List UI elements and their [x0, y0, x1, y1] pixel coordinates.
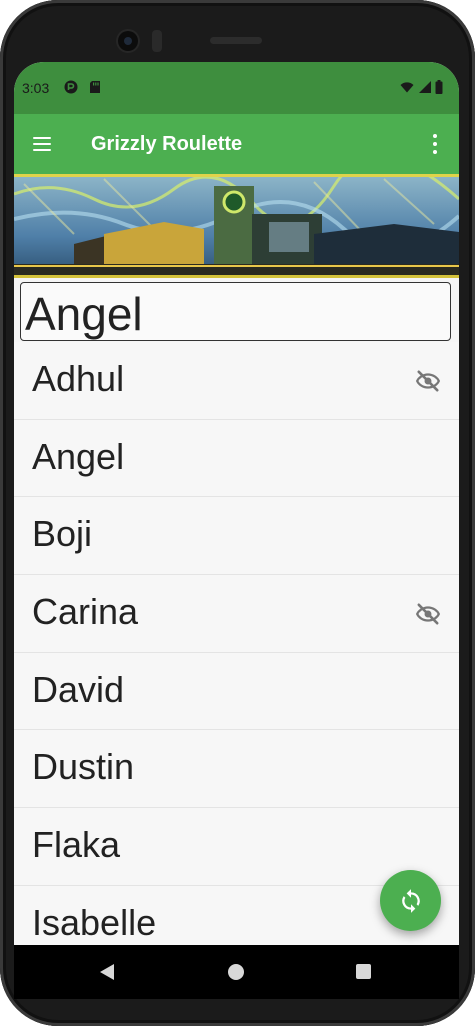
spin-roulette-button[interactable]: [380, 870, 441, 931]
app-screen: 3:03 Grizzly Roulette Angel Adhul Angel …: [14, 62, 459, 945]
list-item[interactable]: Boji: [14, 497, 459, 576]
app-title: Grizzly Roulette: [91, 133, 243, 155]
home-icon[interactable]: [228, 964, 244, 980]
list-item[interactable]: Flaka: [14, 808, 459, 886]
status-bar: 3:03: [14, 62, 459, 114]
phone-top-bezel: [0, 0, 475, 62]
app-bar: Grizzly Roulette: [14, 114, 459, 174]
list-item-label: Carina: [32, 591, 139, 633]
list-item-label: Dustin: [32, 746, 135, 788]
list-item[interactable]: Carina: [14, 575, 459, 653]
sync-icon: [401, 888, 420, 913]
list-item[interactable]: David: [14, 652, 459, 731]
header-banner-image: [14, 174, 459, 278]
hamburger-menu-icon[interactable]: [30, 132, 54, 156]
battery-icon: [435, 80, 443, 94]
visibility-off-icon[interactable]: [415, 601, 441, 627]
system-navigation-bar: [14, 945, 459, 999]
list-item[interactable]: Angel: [14, 419, 459, 498]
earpiece-speaker: [210, 37, 262, 44]
name-search-input[interactable]: [20, 282, 451, 341]
front-camera: [118, 31, 138, 51]
back-icon[interactable]: [98, 963, 116, 981]
names-list: Adhul Angel Boji Carina David Dustin Fla…: [14, 342, 459, 945]
sd-card-icon: [90, 81, 100, 93]
phone-frame: 3:03 Grizzly Roulette Angel Adhul Angel …: [0, 0, 475, 1026]
banner-artwork: [14, 174, 459, 278]
app-notification-icon: [64, 80, 78, 94]
list-item-label: Flaka: [32, 824, 121, 866]
more-vert-icon[interactable]: [423, 132, 447, 156]
wifi-icon: [400, 82, 414, 93]
list-item[interactable]: Dustin: [14, 730, 459, 809]
list-item-label: Adhul: [32, 358, 125, 399]
list-item-label: Isabelle: [32, 901, 157, 943]
recents-icon[interactable]: [356, 964, 371, 979]
visibility-off-icon[interactable]: [415, 368, 441, 394]
list-item-label: David: [32, 668, 125, 710]
cellular-signal-icon: [419, 81, 431, 93]
list-item-label: Boji: [32, 513, 93, 555]
list-item[interactable]: Adhul: [14, 342, 459, 420]
status-time: 3:03: [22, 80, 50, 96]
list-item-label: Angel: [32, 435, 125, 477]
proximity-sensor: [152, 30, 162, 52]
